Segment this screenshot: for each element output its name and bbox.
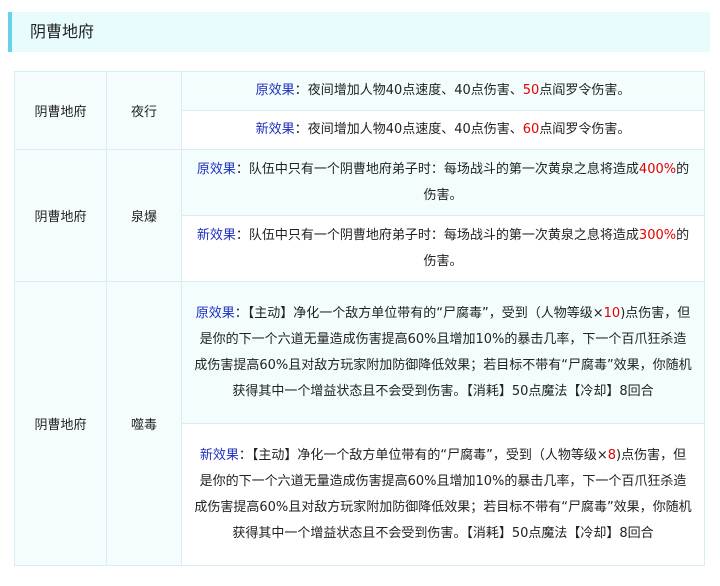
effect-text: 点阎罗令伤害。 xyxy=(539,83,631,98)
school-cell: 阴曹地府 xyxy=(14,71,107,150)
label-colon: ： xyxy=(235,227,249,243)
effect-text: 点阎罗令伤害。 xyxy=(539,122,631,137)
effect-text: 【主动】净化一个敌方单位带有的“尸腐毒”，受到（人物等级× xyxy=(247,305,604,321)
section-title: 阴曹地府 xyxy=(30,22,95,41)
new-effect-label: 新效果 xyxy=(196,227,236,243)
section-header: 阴曹地府 xyxy=(8,12,710,52)
effect-text: 队伍中只有一个阴曹地府弟子时：每场战斗的第一次黄泉之息将造成 xyxy=(248,161,639,177)
skill-cell: 夜行 xyxy=(106,71,182,150)
label-colon: ： xyxy=(234,305,248,321)
new-effect-label: 新效果 xyxy=(199,447,239,463)
effect-text: 队伍中只有一个阴曹地府弟子时：每场战斗的第一次黄泉之息将造成 xyxy=(248,227,639,243)
skill-cell: 泉爆 xyxy=(106,149,182,282)
effect-text: 夜间增加人物40点速度、40点伤害、 xyxy=(307,122,523,137)
old-effect-label: 原效果 xyxy=(196,161,236,177)
old-effect-label: 原效果 xyxy=(255,83,295,98)
changed-value: 300% xyxy=(638,227,677,243)
new-effect-label: 新效果 xyxy=(255,122,295,137)
skill-changes-table: 阴曹地府 夜行 原效果：夜间增加人物40点速度、40点伤害、50点阎罗令伤害。 … xyxy=(14,71,705,566)
label-colon: ： xyxy=(294,122,308,137)
new-effect-cell: 新效果：【主动】净化一个敌方单位带有的“尸腐毒”，受到（人物等级×8)点伤害，但… xyxy=(181,423,705,566)
old-effect-cell: 原效果：队伍中只有一个阴曹地府弟子时：每场战斗的第一次黄泉之息将造成400%的伤… xyxy=(181,149,705,216)
changed-value: 60 xyxy=(522,122,540,137)
changed-value: 8 xyxy=(607,447,617,463)
table-row: 阴曹地府 噬毒 原效果：【主动】净化一个敌方单位带有的“尸腐毒”，受到（人物等级… xyxy=(14,281,705,566)
table-row: 阴曹地府 泉爆 原效果：队伍中只有一个阴曹地府弟子时：每场战斗的第一次黄泉之息将… xyxy=(14,149,705,282)
school-cell: 阴曹地府 xyxy=(14,149,107,282)
label-colon: ： xyxy=(235,161,249,177)
changed-value: 10 xyxy=(603,305,621,321)
table-row: 阴曹地府 夜行 原效果：夜间增加人物40点速度、40点伤害、50点阎罗令伤害。 xyxy=(14,71,705,150)
new-effect-cell: 新效果：队伍中只有一个阴曹地府弟子时：每场战斗的第一次黄泉之息将造成300%的伤… xyxy=(181,215,705,282)
old-effect-label: 原效果 xyxy=(195,305,235,321)
changed-value: 400% xyxy=(638,161,677,177)
changed-value: 50 xyxy=(522,83,540,98)
effect-text: 【主动】净化一个敌方单位带有的“尸腐毒”，受到（人物等级× xyxy=(251,447,608,463)
label-colon: ： xyxy=(238,447,252,463)
old-effect-cell: 原效果：夜间增加人物40点速度、40点伤害、50点阎罗令伤害。 xyxy=(181,71,705,111)
label-colon: ： xyxy=(294,83,308,98)
skill-cell: 噬毒 xyxy=(106,281,182,566)
school-cell: 阴曹地府 xyxy=(14,281,107,566)
new-effect-cell: 新效果：夜间增加人物40点速度、40点伤害、60点阎罗令伤害。 xyxy=(181,110,705,150)
effect-text: 夜间增加人物40点速度、40点伤害、 xyxy=(307,83,523,98)
old-effect-cell: 原效果：【主动】净化一个敌方单位带有的“尸腐毒”，受到（人物等级×10)点伤害，… xyxy=(181,281,705,424)
